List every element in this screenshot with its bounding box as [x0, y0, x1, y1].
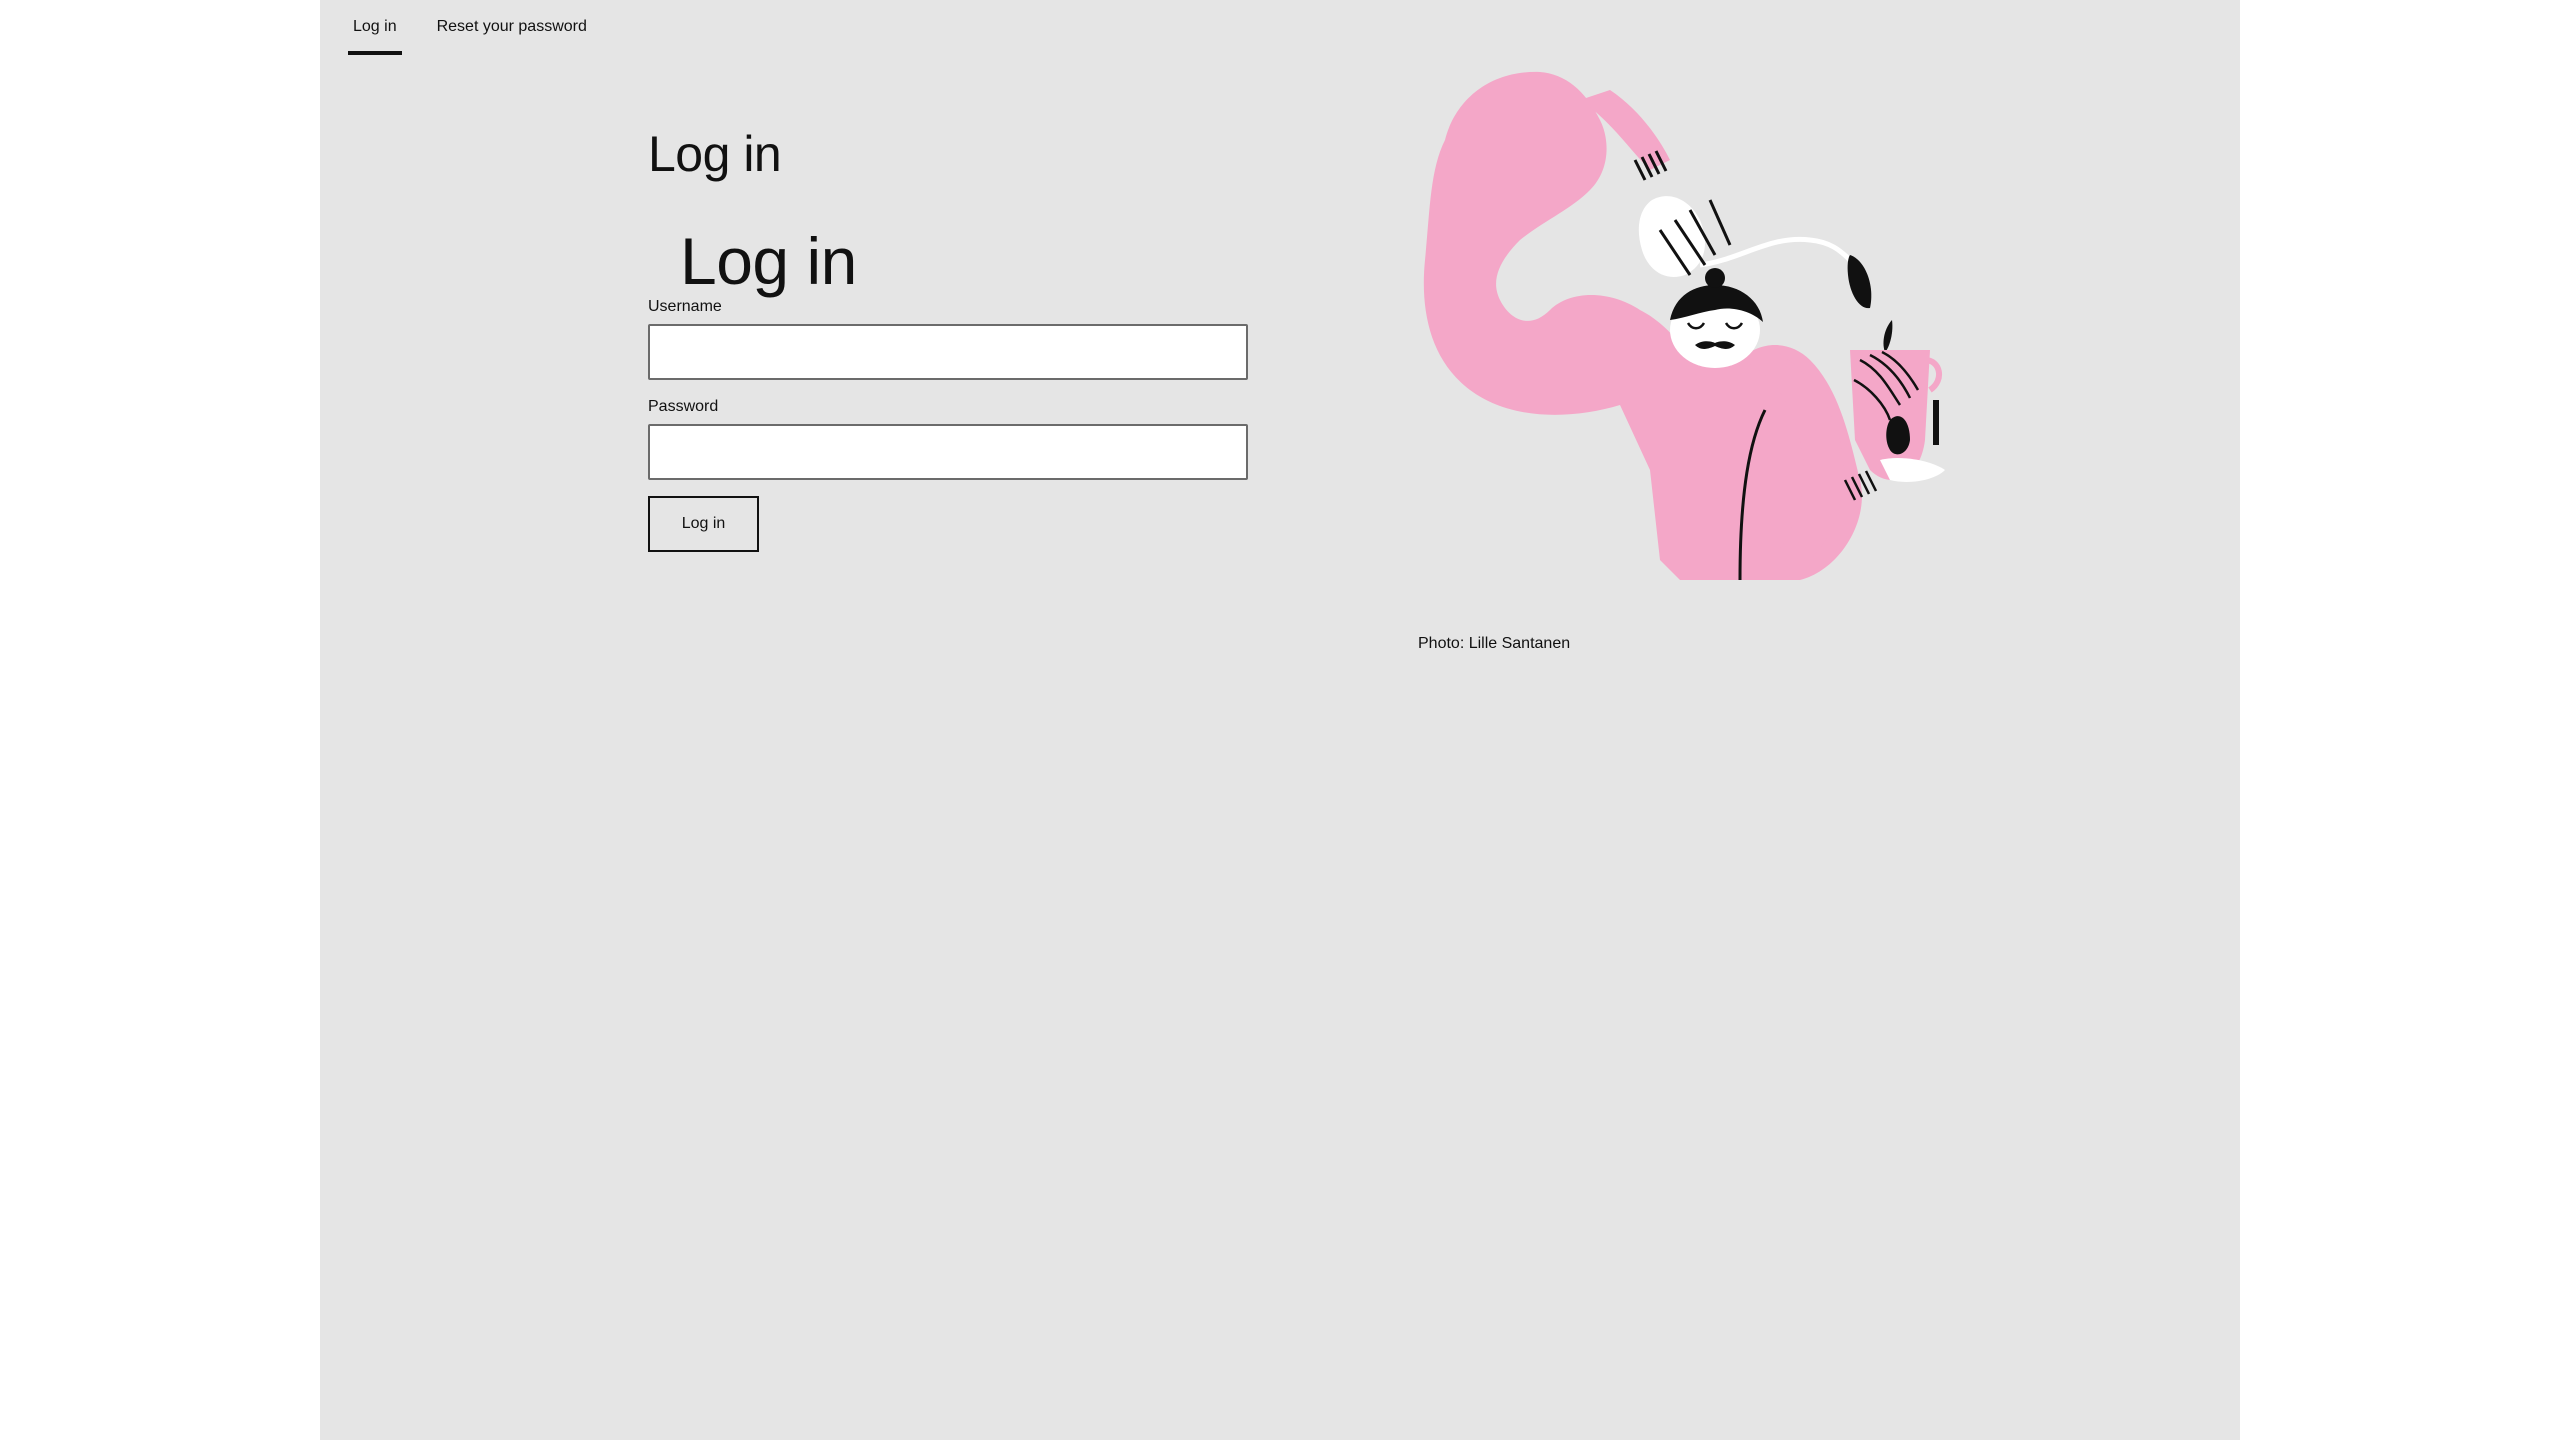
- photo-credit: Photo: Lille Santanen: [1418, 635, 1571, 652]
- tabs-bar: Log in Reset your password: [348, 0, 622, 57]
- password-input[interactable]: [648, 424, 1248, 480]
- login-page: Log in Reset your password Log in Log in…: [320, 0, 2240, 1440]
- tab-log-in[interactable]: Log in: [348, 0, 402, 55]
- tab-log-in-label: Log in: [353, 18, 397, 35]
- username-label: Username: [648, 298, 722, 315]
- form-title: Log in: [680, 224, 857, 298]
- tab-reset-password-label: Reset your password: [436, 18, 587, 35]
- log-in-button[interactable]: Log in: [648, 496, 759, 552]
- username-input[interactable]: [648, 324, 1248, 380]
- password-label: Password: [648, 398, 719, 415]
- chef-pouring-illustration-icon: [1423, 71, 1945, 581]
- page-title: Log in: [648, 126, 782, 182]
- tab-reset-password[interactable]: Reset your password: [432, 0, 592, 55]
